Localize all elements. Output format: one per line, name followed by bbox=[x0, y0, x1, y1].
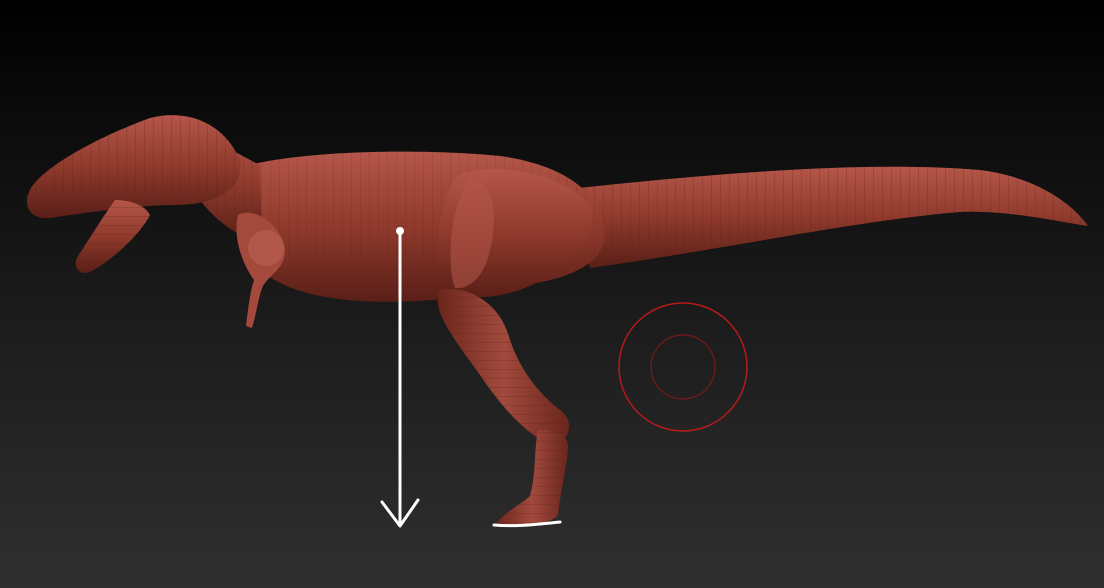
brush-cursor[interactable] bbox=[618, 302, 748, 432]
foot-segments bbox=[495, 429, 569, 527]
brush-outer-ring-icon bbox=[618, 302, 748, 432]
sculpt-viewport[interactable] bbox=[0, 0, 1104, 588]
dinosaur-model[interactable] bbox=[26, 115, 1088, 527]
tail-segments bbox=[560, 166, 1088, 268]
shin-segments bbox=[437, 289, 570, 445]
arm-shoulder bbox=[248, 230, 284, 266]
brush-inner-ring-icon bbox=[650, 334, 716, 400]
viewport-canvas[interactable] bbox=[0, 0, 1104, 588]
